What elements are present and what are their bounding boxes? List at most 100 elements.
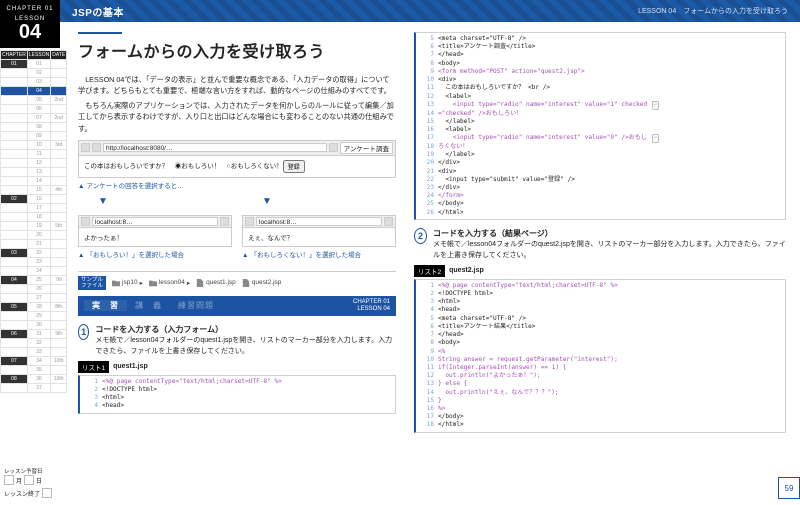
code-line: </label> (438, 118, 783, 126)
code-line: この本はおもしろいですか？ <br /> (438, 84, 783, 92)
caption-result-a: 「おもしろい！」を選択した場合 (78, 249, 232, 259)
code-line: <%@ page contentType="text/html;charset=… (102, 378, 393, 386)
survey-submit-button[interactable] (283, 160, 305, 173)
code-line: out.println("えぇ、なんで？？？"); (438, 389, 783, 397)
code-line: <head> (438, 306, 783, 314)
lesson-pill: LESSON 04 (0, 14, 60, 48)
code-line: </form> (438, 192, 783, 200)
listing-filename: quest2.jsp (449, 267, 484, 274)
tab-exercises[interactable]: 練習問題 (170, 300, 222, 311)
crumb-folder: lesson04▸ (149, 279, 190, 287)
rail-status: レッスン予習日 月日 レッスン終了 (0, 463, 60, 505)
arrow-down-icon: ▼ (242, 196, 396, 207)
code-line: <input type="submit" value="登録" /> (438, 176, 783, 184)
code-line: <meta charset="UTF-8" /> (438, 315, 783, 323)
browser-search-icon (329, 143, 338, 152)
chapter-pill: CHAPTER 01 (0, 0, 60, 14)
header-subtitle: LESSON 04 フォームからの入力を受け取ろう (638, 6, 788, 16)
code-line: ="checked" />おもしろい！ (438, 110, 783, 118)
step-title: コードを入力する（結果ページ） (433, 228, 786, 240)
code-line: out.println("よかったぁ！"); (438, 372, 783, 380)
file-icon (242, 279, 250, 287)
code-listing-1: <%@ page contentType="text/html;charset=… (78, 375, 396, 414)
folder-icon (112, 279, 120, 287)
code-line: String answer = request.getParameter("in… (438, 356, 783, 364)
file-icon (196, 279, 204, 287)
step-desc: メモ帳で／lesson04フォルダーのquest1.jspを開き、リストのマーカ… (95, 337, 392, 354)
code-line: <!DOCTYPE html> (438, 290, 783, 298)
code-line: <input type="radio" name="interest" valu… (438, 134, 783, 143)
lead-text: LESSON 04では、「データの表示」と並んで重要な概念である、「入力データの… (78, 74, 396, 134)
folder-icon (149, 279, 157, 287)
code-line: <label> (438, 93, 783, 101)
code-line: <title>アンケート調査</title> (438, 43, 783, 51)
status-prestudy-label: レッスン予習日 (4, 467, 56, 475)
tab-lecture[interactable]: 講 義 (127, 300, 170, 311)
code-line: <label> (438, 126, 783, 134)
code-line: <meta charset="UTF-8" /> (438, 35, 783, 43)
code-listing-1-cont: <meta charset="UTF-8" /><title>アンケート調査</… (414, 32, 786, 220)
step-number: 1 (78, 324, 89, 340)
crumb-file: quest1.jsp (196, 279, 236, 287)
code-line: <html> (438, 298, 783, 306)
code-line: </div> (438, 159, 783, 167)
code-line: <!DOCTYPE html> (102, 386, 393, 394)
status-done-label: レッスン終了 (4, 489, 40, 498)
code-line: <head> (102, 402, 393, 410)
browser-mock-result-a: localhost:8… よかったぁ！ (78, 215, 232, 247)
browser-fwd-icon (92, 143, 101, 152)
code-line: </body> (438, 200, 783, 208)
crumb-folder: jsp10▸ (112, 279, 143, 287)
caption-result-b: 「おもしろくない！」を選択した場合 (242, 249, 396, 259)
code-line: </html> (438, 209, 783, 217)
arrow-down-icon: ▼ (78, 196, 232, 207)
step-desc: メモ帳で／lesson04フォルダーのquest2.jspを開き、リストのマーカ… (433, 241, 786, 258)
step-title: コードを入力する（入力フォーム） (95, 324, 396, 336)
code-line: <div> (438, 168, 783, 176)
step-block: 2 コードを入力する（結果ページ）メモ帳で／lesson04フォルダーのques… (414, 228, 786, 261)
lesson-progress-rail: CHAPTER 01 LESSON 04 CHAPTERLESSONDATE 0… (0, 0, 60, 505)
step-block: 1 コードを入力する（入力フォーム）メモ帳で／lesson04フォルダーのque… (78, 324, 396, 357)
code-line: </div> (438, 184, 783, 192)
code-line: </html> (438, 421, 783, 429)
code-line: </body> (438, 413, 783, 421)
page-header: JSPの基本 LESSON 04 フォームからの入力を受け取ろう (60, 0, 800, 22)
page-title: フォームからの入力を受け取ろう (78, 38, 396, 62)
code-line: </label> (438, 151, 783, 159)
step-number: 2 (414, 228, 427, 244)
listing-filename: quest1.jsp (113, 363, 148, 370)
progress-table: CHAPTERLESSONDATE 0101020304052nd06072nd… (0, 50, 67, 393)
listing-badge: リスト2 (414, 265, 445, 277)
result-a-text: よかったぁ！ (79, 228, 231, 246)
browser-url: http://localhost:8080/… (103, 143, 327, 152)
code-line: <body> (438, 339, 783, 347)
crumb-file: quest2.jsp (242, 279, 282, 287)
code-line: <body> (438, 60, 783, 68)
code-line: </head> (438, 51, 783, 59)
code-line: <html> (102, 394, 393, 402)
code-line: <input type="radio" name="interest" valu… (438, 101, 783, 110)
browser-tab: アンケート調査 (340, 142, 393, 154)
header-title: JSPの基本 (72, 4, 124, 19)
code-line: } (438, 397, 783, 405)
tab-practice[interactable]: 実 習 (84, 300, 127, 311)
caption-survey: アンケートの回答を選択すると… (78, 180, 396, 190)
chapter-kicker: CHAPTER 01 (4, 6, 56, 12)
result-b-text: えぇ、なんで？ (243, 228, 395, 246)
code-line: %> (438, 405, 783, 413)
code-line: <title>アンケート結果</title> (438, 323, 783, 331)
survey-question-text: この本はおもしろいですか？ ◉おもしろい！ ○おもしろくない！ (84, 160, 283, 173)
code-line: ろくない！ (438, 143, 783, 151)
code-listing-2: <%@ page contentType="text/html;charset=… (414, 279, 786, 433)
lesson-number: 04 (4, 22, 56, 42)
sample-file-tag: サンプル ファイル (78, 276, 106, 290)
browser-mock-survey: http://localhost:8080/… アンケート調査 この本はおもしろ… (78, 140, 396, 178)
code-line: <form method="POST" action="quest2.jsp"> (438, 68, 783, 76)
code-line: <%@ page contentType="text/html;charset=… (438, 282, 783, 290)
code-line: } else { (438, 380, 783, 388)
code-line: </head> (438, 331, 783, 339)
browser-mock-result-b: localhost:8… えぇ、なんで？ (242, 215, 396, 247)
sample-file-breadcrumb: サンプル ファイル jsp10▸ lesson04▸ quest1.jsp qu… (78, 271, 396, 290)
page-number: 59 (778, 477, 800, 499)
browser-back-icon (81, 143, 90, 152)
